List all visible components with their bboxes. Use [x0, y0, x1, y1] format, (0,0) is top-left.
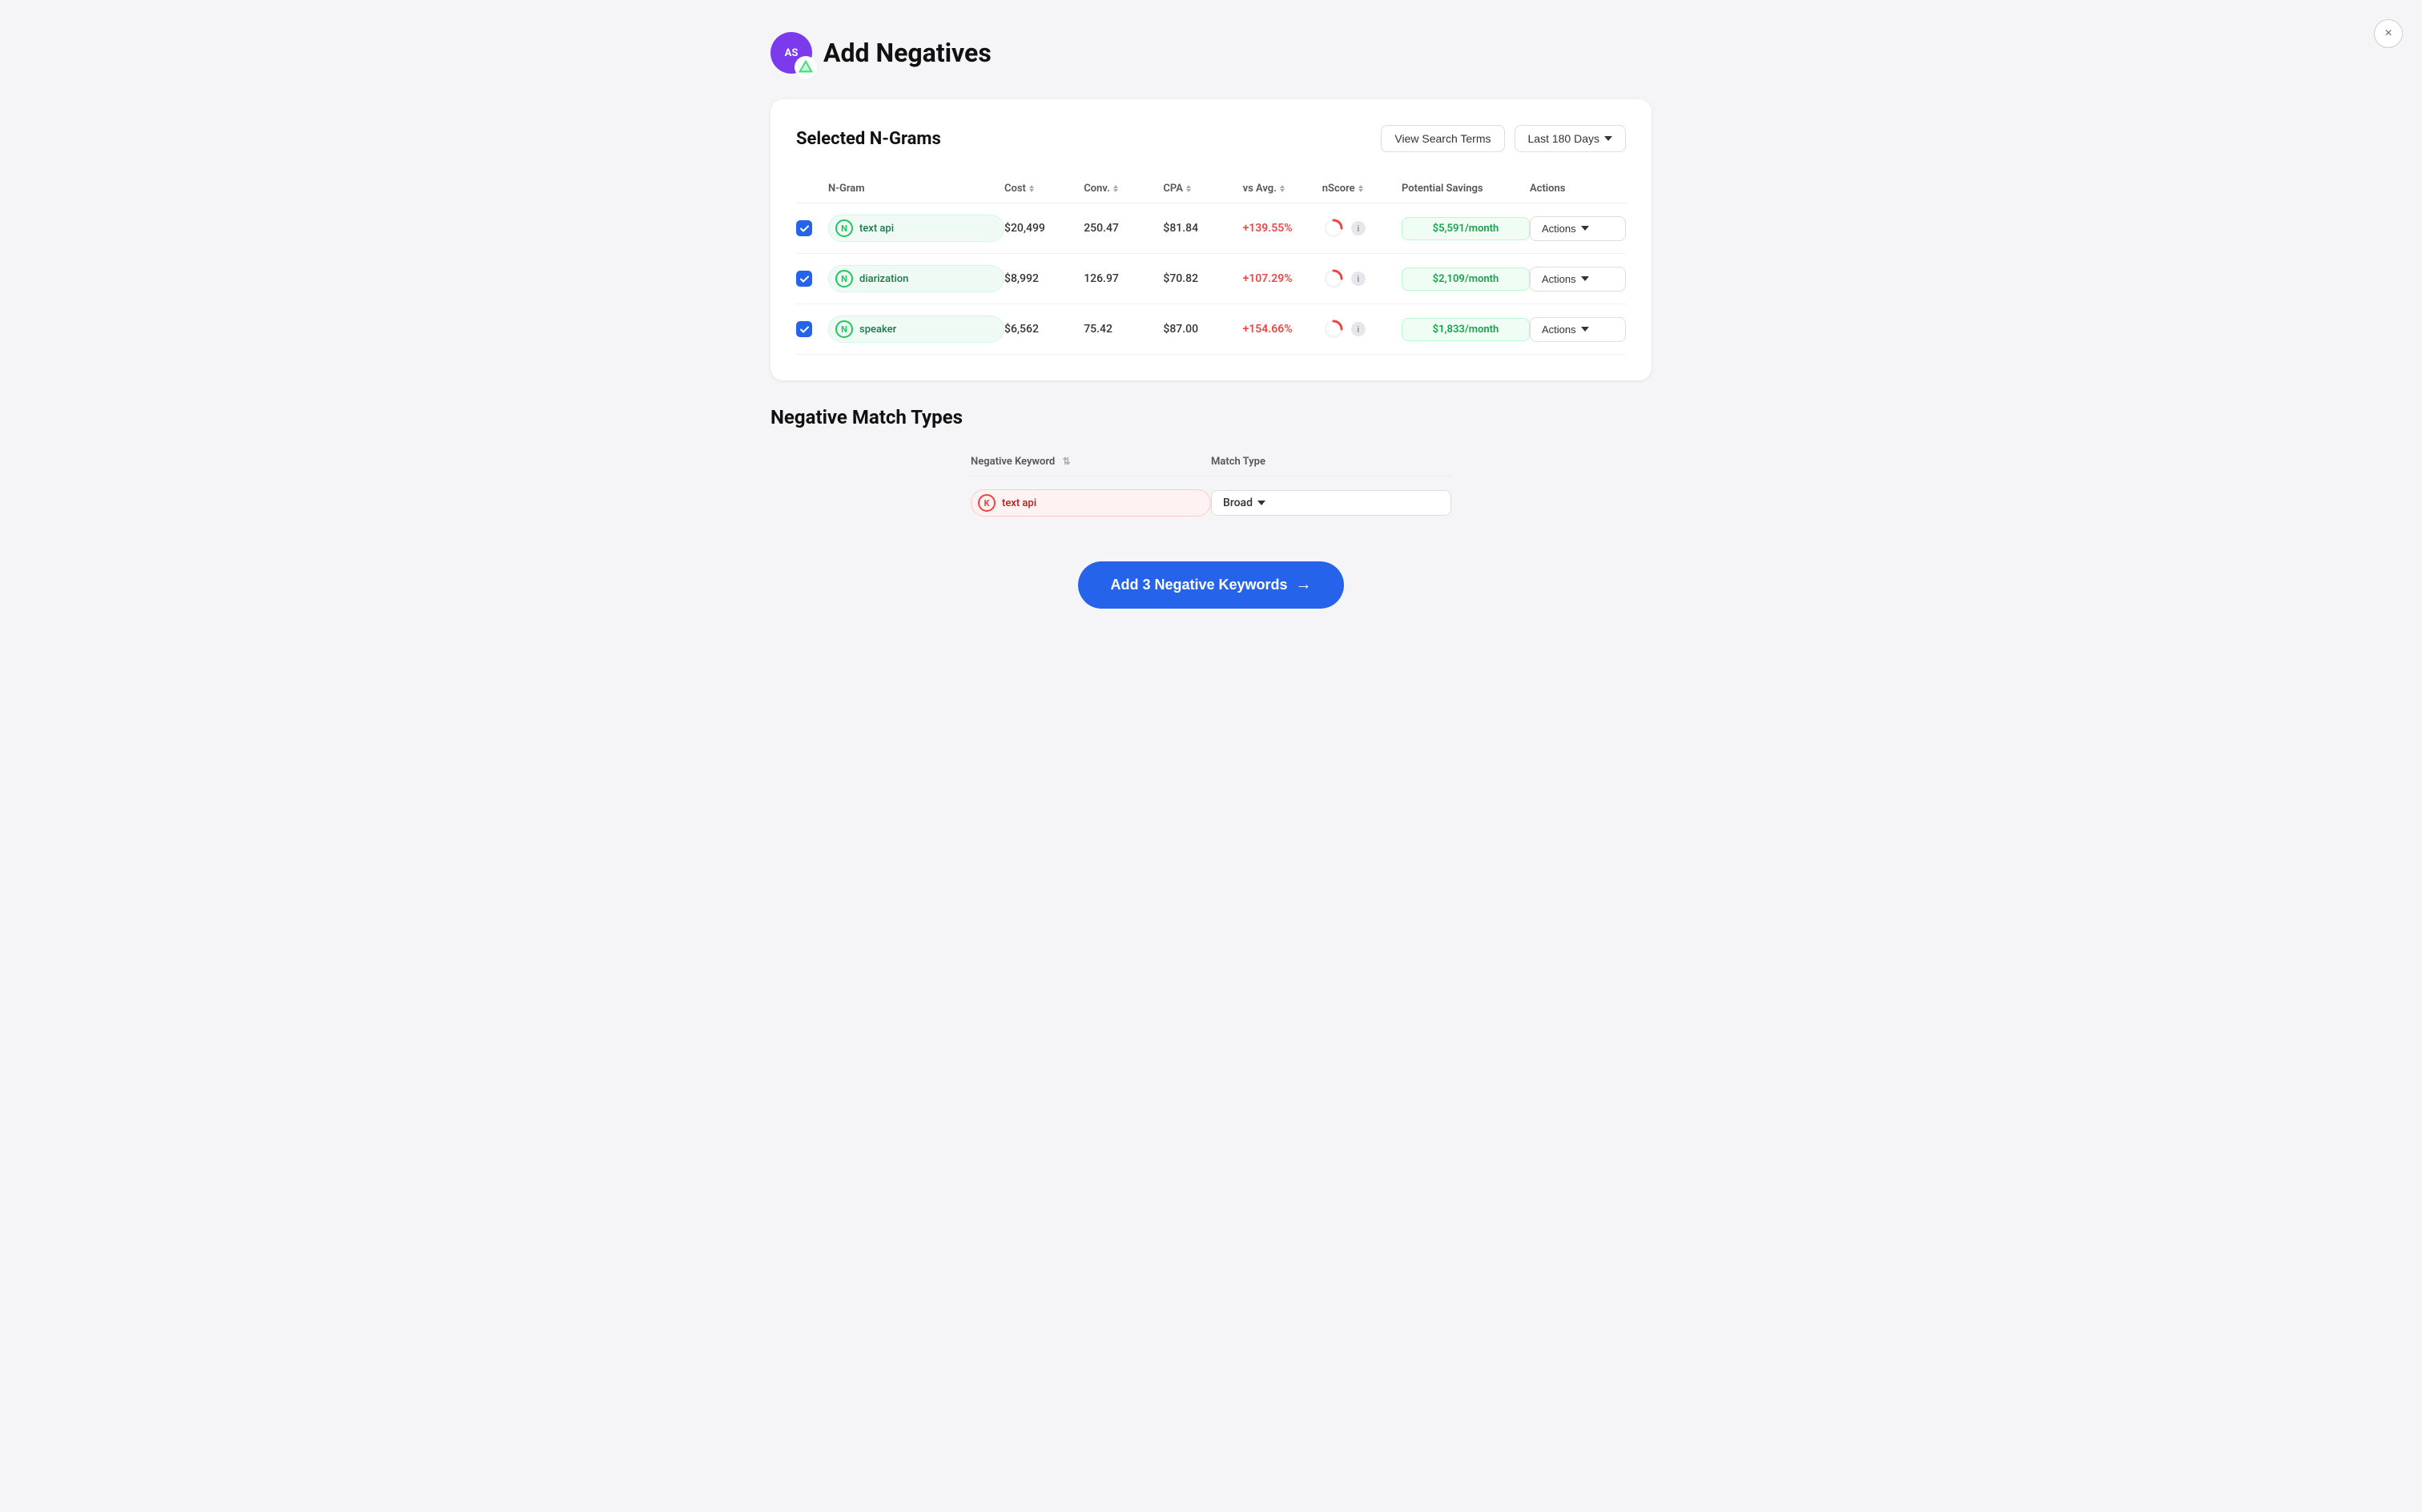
conv-1: 250.47 — [1084, 222, 1163, 235]
savings-2: $2,109/month — [1402, 267, 1530, 291]
chevron-down-icon — [1604, 136, 1612, 141]
th-keyword: Negative Keyword ⇅ — [971, 456, 1211, 468]
th-nscore: nScore — [1322, 183, 1402, 195]
match-row-1: K text api Broad — [971, 477, 1451, 529]
date-range-button[interactable]: Last 180 Days — [1515, 125, 1627, 152]
chevron-down-icon — [1581, 226, 1589, 231]
ngram-badge-1: N text api — [828, 215, 1004, 242]
th-conv: Conv. — [1084, 183, 1163, 195]
savings-1: $5,591/month — [1402, 217, 1530, 240]
th-ngram: N-Gram — [828, 183, 1004, 195]
info-icon-3[interactable]: i — [1351, 322, 1366, 336]
vs-avg-1: +139.55% — [1243, 222, 1322, 235]
vs-avg-3: +154.66% — [1243, 323, 1322, 336]
cpa-3: $87.00 — [1163, 323, 1242, 336]
th-match-type: Match Type — [1211, 456, 1451, 468]
cost-2: $8,992 — [1004, 272, 1084, 285]
cpa-1: $81.84 — [1163, 222, 1242, 235]
table-row: N text api $20,499 250.47 $81.84 +139.55… — [796, 203, 1626, 254]
logo-inner-icon — [795, 56, 817, 78]
keyword-badge-1: K text api — [971, 489, 1211, 517]
vs-avg-sort-icon[interactable] — [1280, 185, 1285, 192]
cpa-2: $70.82 — [1163, 272, 1242, 285]
cost-1: $20,499 — [1004, 222, 1084, 235]
info-icon-2[interactable]: i — [1351, 271, 1366, 286]
th-vs-avg: vs Avg. — [1243, 183, 1322, 195]
th-savings: Potential Savings — [1402, 183, 1530, 195]
actions-button-3[interactable]: Actions — [1530, 317, 1626, 342]
loading-ring-icon — [1322, 267, 1345, 290]
th-cost: Cost — [1004, 183, 1084, 195]
info-icon-1[interactable]: i — [1351, 221, 1366, 235]
nscore-sort-icon[interactable] — [1358, 185, 1363, 192]
selected-ngrams-card: Selected N-Grams View Search Terms Last … — [770, 99, 1652, 380]
loading-ring-icon — [1322, 217, 1345, 239]
th-actions: Actions — [1530, 183, 1626, 195]
match-types-table: Negative Keyword ⇅ Match Type K text api… — [971, 448, 1451, 529]
row-checkbox-1[interactable] — [796, 220, 812, 236]
negative-match-types-section: Negative Match Types Negative Keyword ⇅ … — [770, 406, 1652, 609]
actions-button-1[interactable]: Actions — [1530, 216, 1626, 241]
th-cpa: CPA — [1163, 183, 1242, 195]
n-icon: N — [835, 270, 853, 288]
row-checkbox-3[interactable] — [796, 321, 812, 337]
conv-2: 126.97 — [1084, 272, 1163, 285]
view-search-terms-button[interactable]: View Search Terms — [1381, 125, 1504, 152]
ngram-badge-2: N diarization — [828, 265, 1004, 292]
table-row: N diarization $8,992 126.97 $70.82 +107.… — [796, 254, 1626, 304]
card-header: Selected N-Grams View Search Terms Last … — [796, 125, 1626, 152]
chevron-down-icon — [1257, 501, 1265, 505]
card-title: Selected N-Grams — [796, 129, 941, 149]
table-row: N speaker $6,562 75.42 $87.00 +154.66% i… — [796, 304, 1626, 355]
k-icon: K — [978, 494, 996, 512]
header-actions: View Search Terms Last 180 Days — [1381, 125, 1626, 152]
ngram-badge-3: N speaker — [828, 316, 1004, 343]
chevron-down-icon — [1581, 276, 1589, 281]
cost-sort-icon[interactable] — [1029, 185, 1034, 192]
nscore-2: i — [1322, 267, 1402, 290]
nscore-3: i — [1322, 318, 1402, 340]
savings-3: $1,833/month — [1402, 318, 1530, 341]
page-header: AS Add Negatives — [770, 32, 1652, 74]
page-title: Add Negatives — [823, 38, 992, 68]
n-icon: N — [835, 219, 853, 237]
match-header-row: Negative Keyword ⇅ Match Type — [971, 448, 1451, 477]
conv-3: 75.42 — [1084, 323, 1163, 336]
actions-button-2[interactable]: Actions — [1530, 267, 1626, 292]
cpa-sort-icon[interactable] — [1186, 185, 1191, 192]
app-logo: AS — [770, 32, 812, 74]
conv-sort-icon[interactable] — [1113, 185, 1118, 192]
chevron-down-icon — [1581, 327, 1589, 332]
vs-avg-2: +107.29% — [1243, 272, 1322, 285]
close-button[interactable]: × — [2374, 19, 2403, 48]
arrow-right-icon: → — [1296, 576, 1312, 594]
match-type-select-1[interactable]: Broad — [1211, 490, 1451, 516]
cost-3: $6,562 — [1004, 323, 1084, 336]
section-title: Negative Match Types — [770, 406, 1652, 428]
row-checkbox-2[interactable] — [796, 271, 812, 287]
n-icon: N — [835, 320, 853, 338]
table-header-row: N-Gram Cost Conv. CPA vs Avg. — [796, 175, 1626, 203]
nscore-1: i — [1322, 217, 1402, 239]
keyword-sort-icon: ⇅ — [1062, 456, 1070, 467]
ngrams-table: N-Gram Cost Conv. CPA vs Avg. — [796, 175, 1626, 355]
loading-ring-icon — [1322, 318, 1345, 340]
add-negative-keywords-button[interactable]: Add 3 Negative Keywords → — [1078, 561, 1343, 609]
